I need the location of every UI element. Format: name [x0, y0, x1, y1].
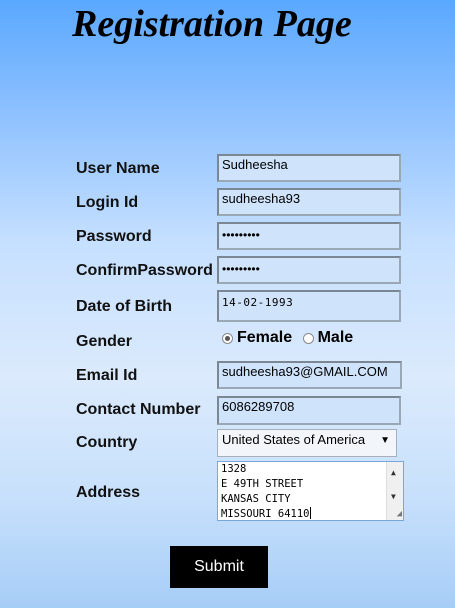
- address-line: KANSAS CITY: [221, 493, 291, 505]
- country-selected-value: United States of America: [222, 432, 366, 447]
- dob-input[interactable]: 14-02-1993: [217, 290, 401, 322]
- scroll-down-icon[interactable]: ▼: [391, 489, 396, 504]
- address-line: E 49TH STREET: [221, 478, 304, 490]
- radio-checked-icon[interactable]: [222, 332, 233, 344]
- confirm-password-input[interactable]: •••••••••: [217, 256, 401, 284]
- scroll-up-icon[interactable]: ▲: [391, 465, 396, 480]
- password-input[interactable]: •••••••••: [217, 222, 401, 250]
- gender-label: Gender: [76, 333, 133, 350]
- address-label: Address: [76, 484, 141, 501]
- email-input[interactable]: sudheesha93@GMAIL.COM: [217, 361, 402, 389]
- login-id-label: Login Id: [76, 194, 139, 211]
- address-line: 1328: [221, 463, 247, 475]
- gender-male-option[interactable]: Male: [302, 329, 354, 347]
- gender-female-label: Female: [237, 329, 293, 346]
- contact-label: Contact Number: [76, 401, 201, 418]
- page-title: Registration Page: [72, 3, 352, 45]
- country-select[interactable]: United States of America ▼: [217, 429, 397, 457]
- text-caret: [309, 507, 311, 519]
- username-label: User Name: [76, 160, 160, 177]
- password-label: Password: [76, 228, 152, 245]
- confirm-password-label: ConfirmPassword: [76, 262, 213, 279]
- gender-male-label: Male: [317, 329, 354, 346]
- dropdown-arrow-icon[interactable]: ▼: [380, 435, 390, 446]
- address-line-last: MISSOURI 64110: [221, 507, 385, 520]
- dob-label: Date of Birth: [76, 298, 172, 315]
- country-label: Country: [76, 434, 138, 451]
- address-line-text: MISSOURI 64110: [221, 508, 310, 520]
- submit-button[interactable]: Submit: [170, 546, 268, 588]
- radio-unchecked-icon[interactable]: [302, 332, 314, 344]
- email-label: Email Id: [76, 367, 138, 384]
- login-id-input[interactable]: sudheesha93: [217, 188, 401, 216]
- resize-handle-icon[interactable]: ◢: [397, 510, 402, 519]
- address-textarea[interactable]: 1328 E 49TH STREET KANSAS CITY MISSOURI …: [217, 461, 404, 521]
- gender-radio-group: Female Male: [222, 329, 359, 349]
- contact-input[interactable]: 6086289708: [217, 396, 401, 425]
- gender-female-option[interactable]: Female: [222, 329, 292, 347]
- username-input[interactable]: Sudheesha: [217, 154, 401, 182]
